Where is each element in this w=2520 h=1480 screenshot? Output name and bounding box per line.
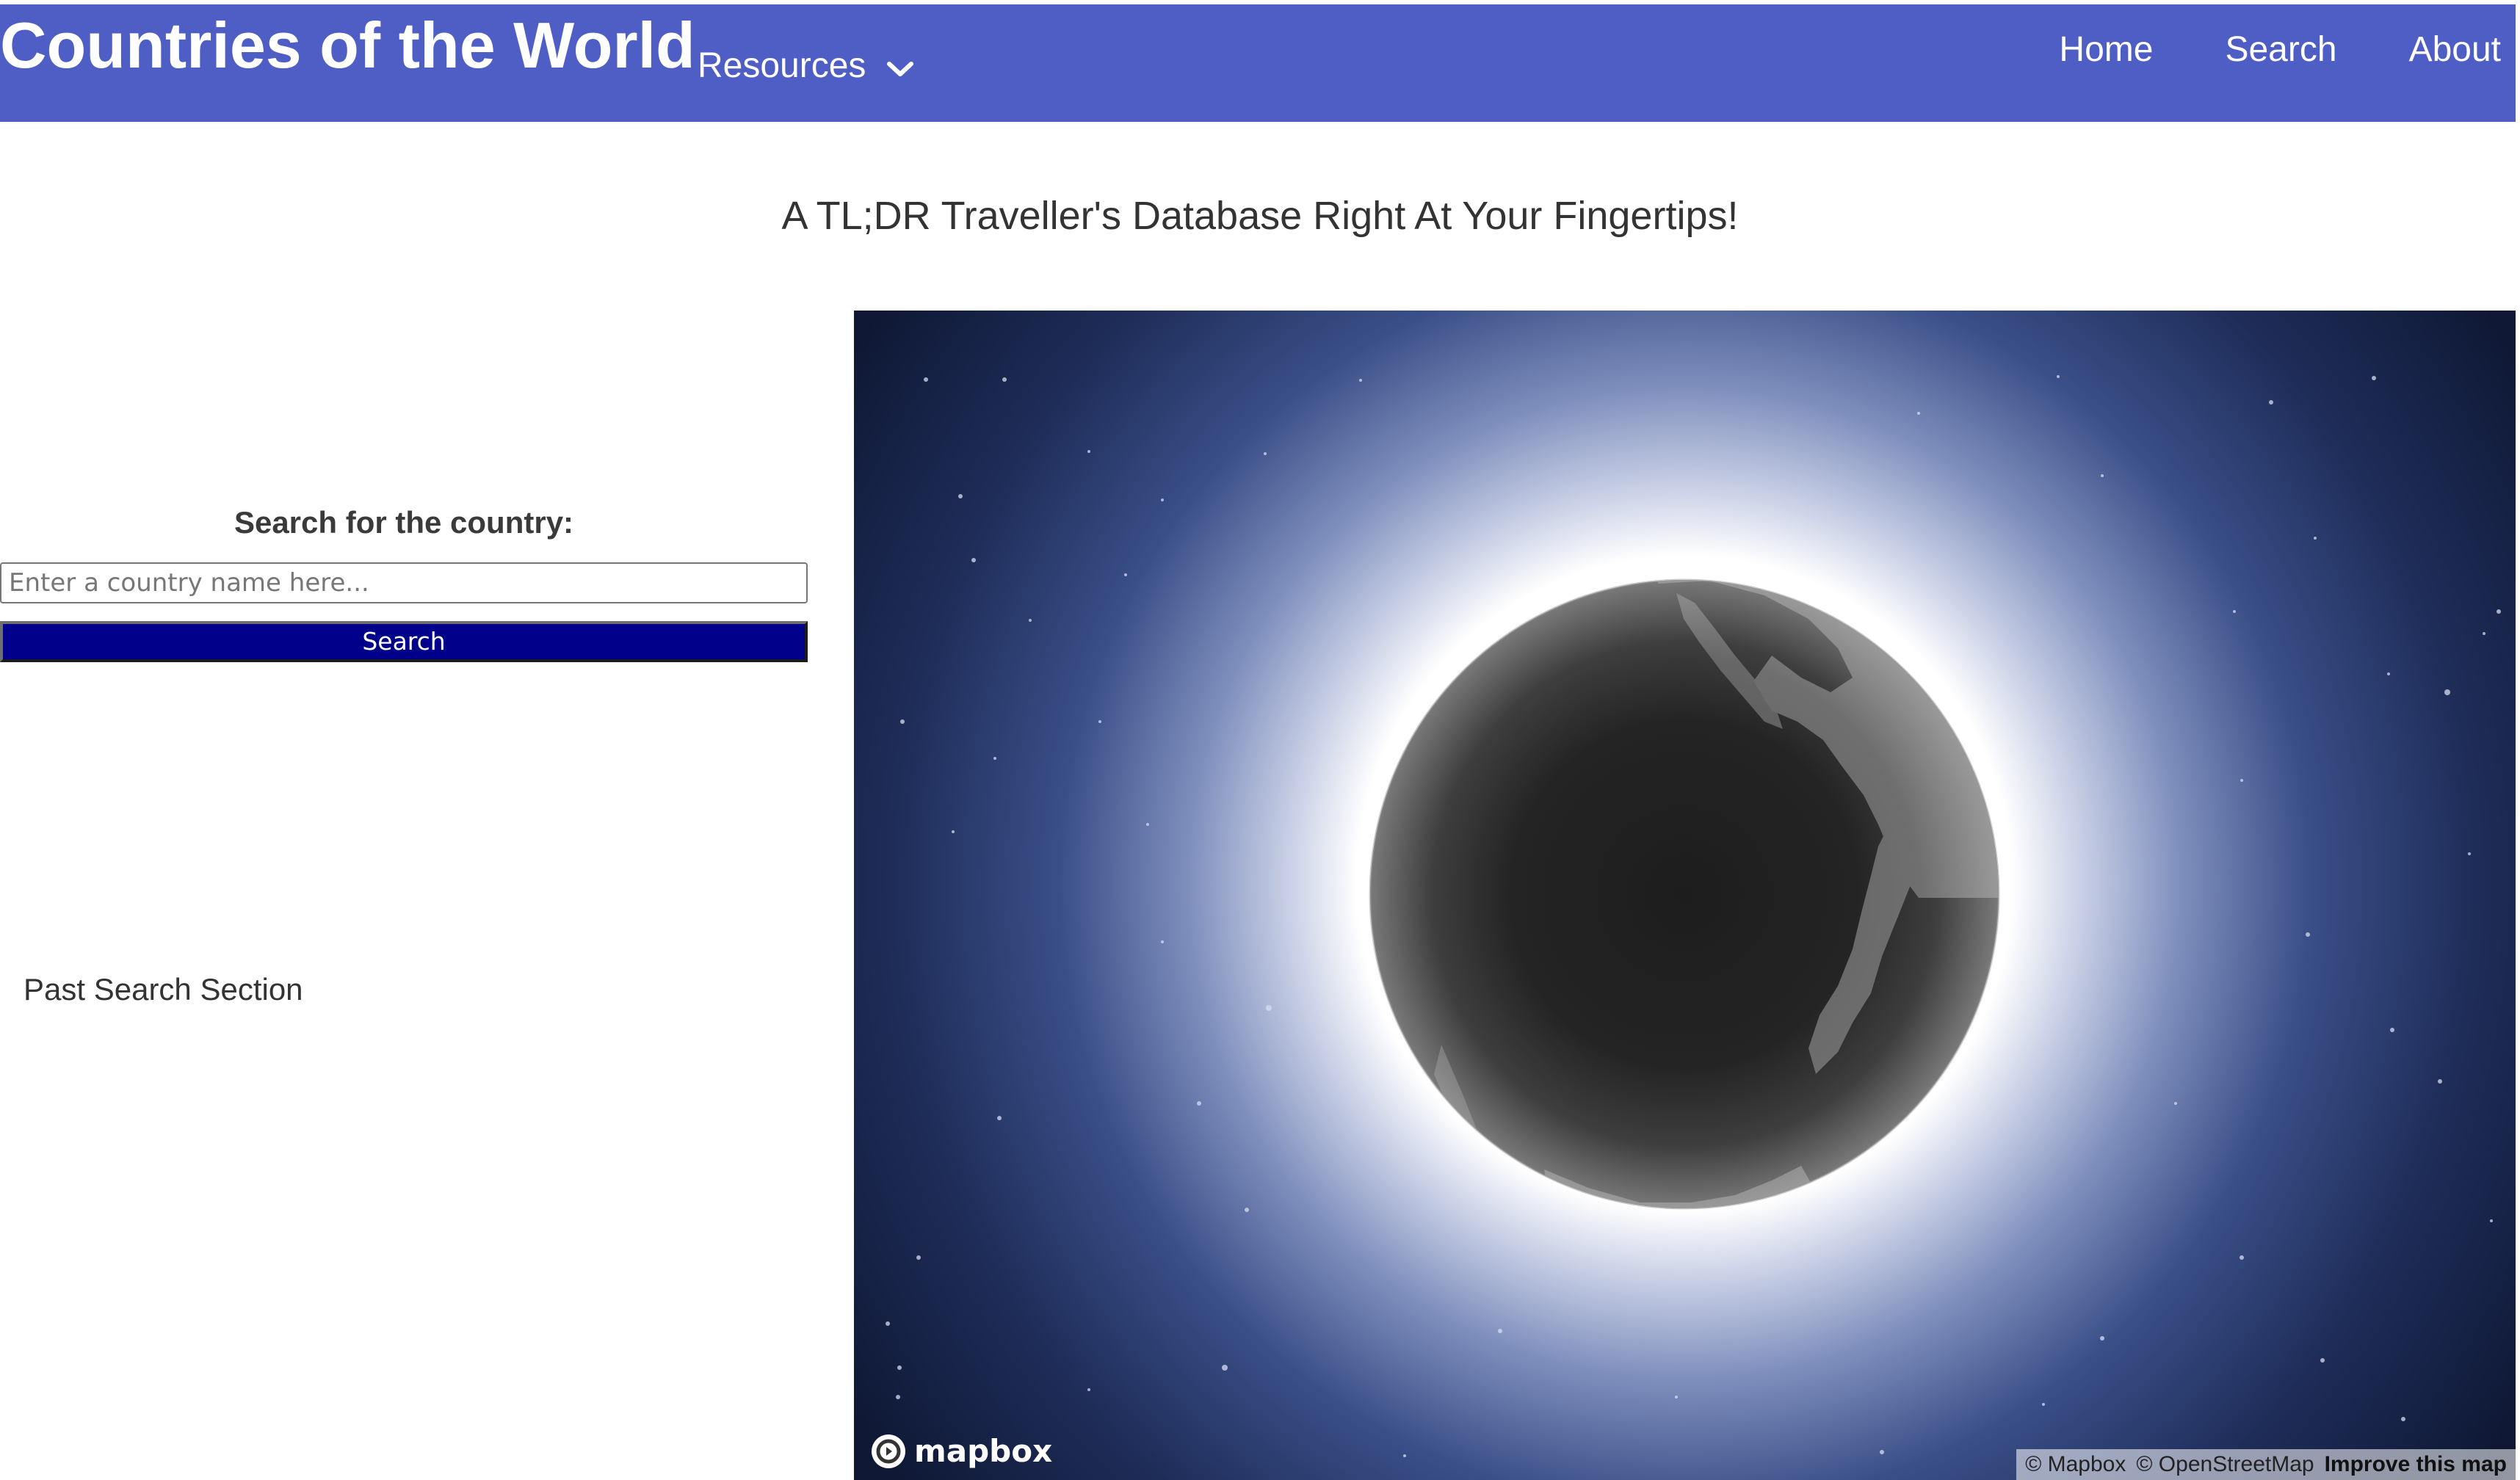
globe-map-canvas[interactable] [854,311,2516,1480]
mapbox-logo[interactable]: mapbox [870,1433,1052,1470]
past-search-section-title: Past Search Section [23,972,303,1006]
top-navbar: Countries of the World Resources Home Se… [0,4,2516,122]
chevron-down-icon [887,62,914,76]
map-attribution: © Mapbox © OpenStreetMap Improve this ma… [2016,1449,2516,1480]
country-search-input[interactable] [0,562,808,603]
search-label: Search for the country: [233,505,574,540]
resources-label: Resources [698,46,866,85]
nav-links: Home Search About [2059,28,2501,72]
search-button[interactable]: Search [0,621,808,662]
tagline: A TL;DR Traveller's Database Right At Yo… [781,194,1739,238]
mapbox-logo-text: mapbox [914,1433,1053,1469]
improve-map-link[interactable]: Improve this map [2325,1452,2507,1477]
nav-home-link[interactable]: Home [2059,28,2153,72]
site-title[interactable]: Countries of the World [0,10,695,81]
resources-dropdown[interactable]: Resources [698,44,916,88]
globe-map[interactable]: mapbox © Mapbox © OpenStreetMap Improve … [854,311,2516,1480]
attribution-mapbox-link[interactable]: © Mapbox [2025,1452,2126,1477]
nav-about-link[interactable]: About [2409,28,2501,72]
attribution-osm-link[interactable]: © OpenStreetMap [2136,1452,2314,1477]
nav-search-link[interactable]: Search [2225,28,2336,72]
mapbox-logo-icon [872,1434,905,1468]
